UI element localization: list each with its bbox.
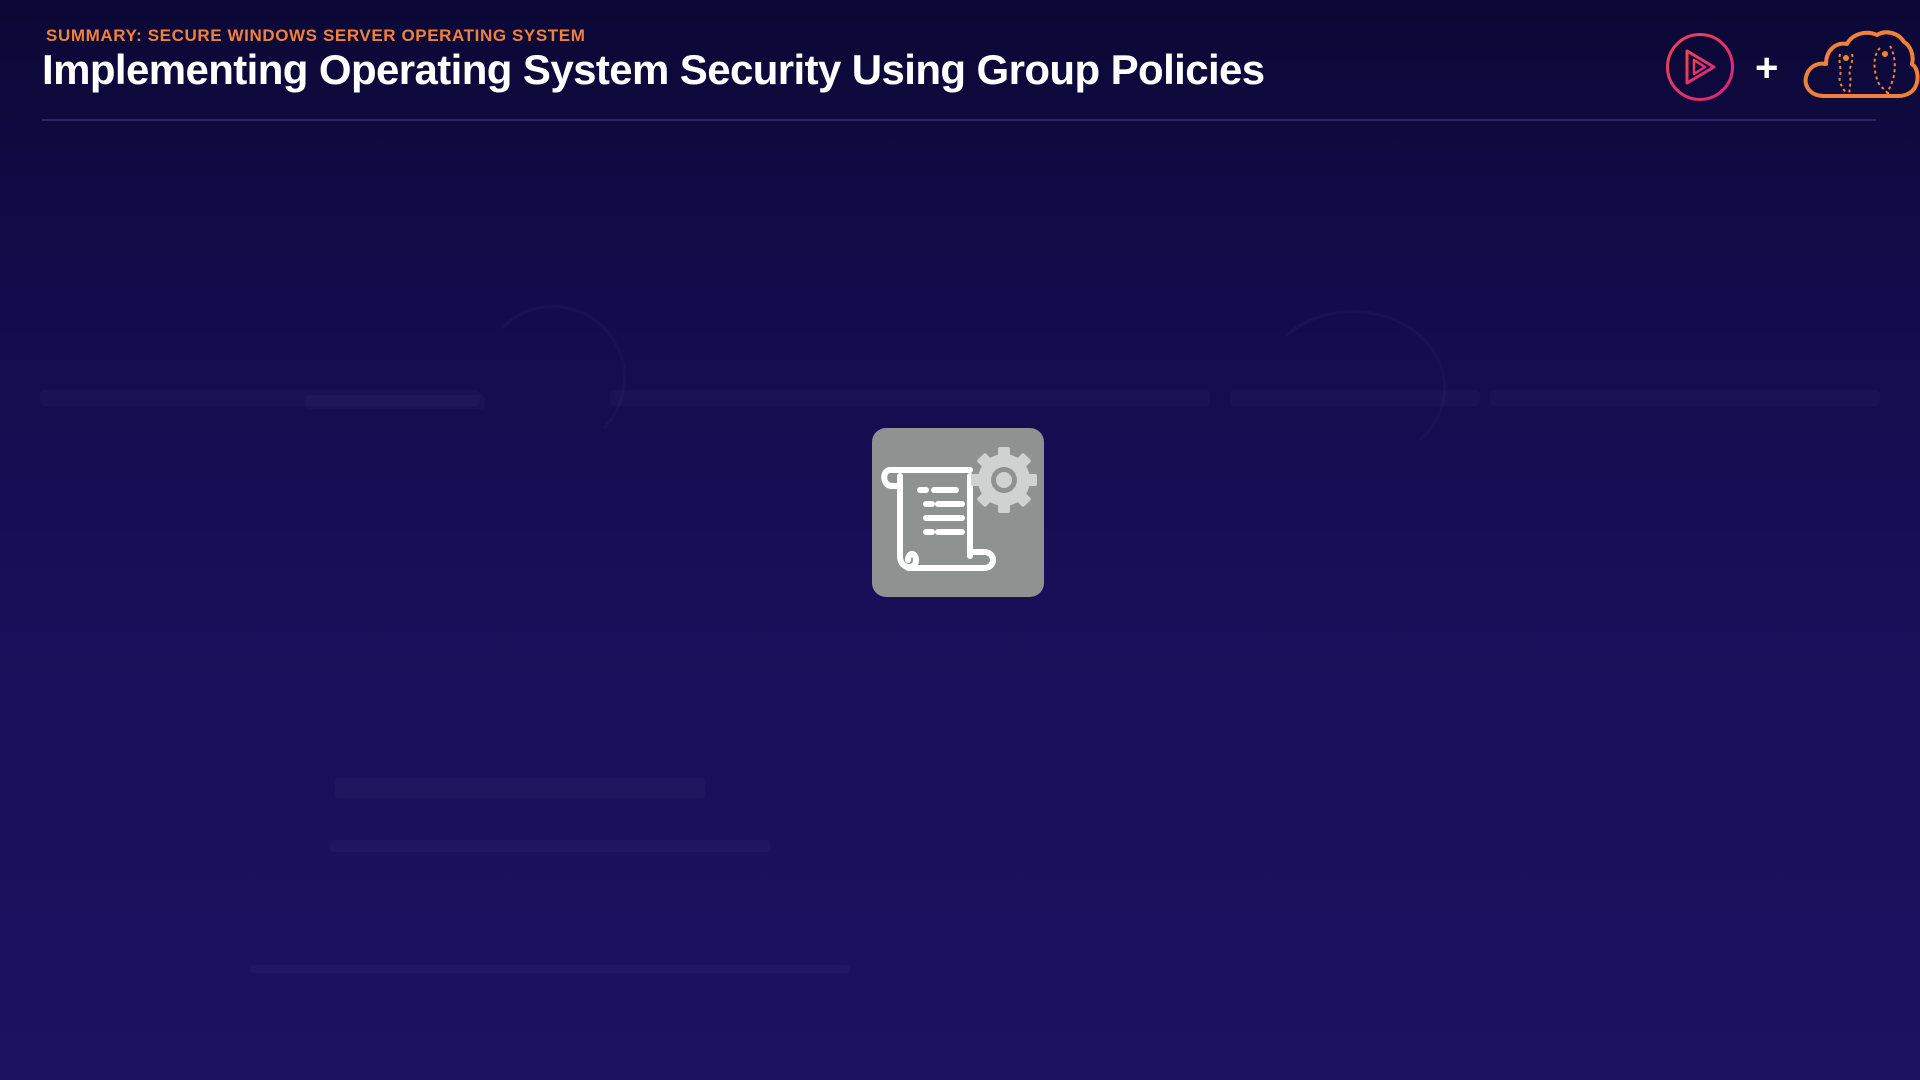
faded-arc [1260, 310, 1446, 466]
cloud-logo-icon [1803, 30, 1920, 98]
faded-arc [480, 305, 626, 451]
group-policy-tile [872, 428, 1044, 597]
header-divider [42, 119, 1876, 121]
section-label: SUMMARY: SECURE WINDOWS SERVER OPERATING… [46, 26, 586, 45]
slide-title: Implementing Operating System Security U… [42, 46, 1265, 93]
play-logo-icon [1666, 33, 1734, 101]
slide-header: SUMMARY: SECURE WINDOWS SERVER OPERATING… [42, 0, 1920, 122]
faded-text-line [1490, 390, 1880, 406]
plus-sign: + [1755, 46, 1779, 90]
faded-text-line [305, 395, 485, 409]
policy-scroll-gear-icon [881, 447, 1037, 571]
faded-text-line [330, 840, 770, 852]
faded-text-line [335, 778, 705, 798]
faded-text-line [250, 965, 850, 973]
faded-text-line [610, 390, 1210, 406]
